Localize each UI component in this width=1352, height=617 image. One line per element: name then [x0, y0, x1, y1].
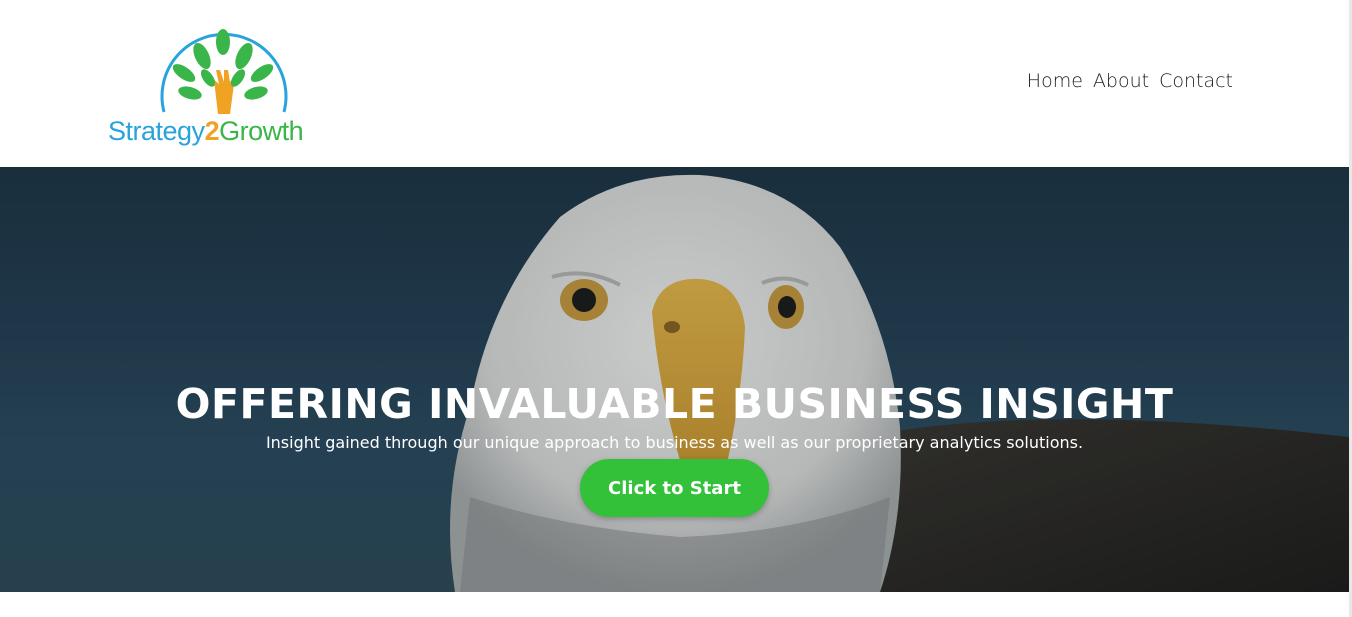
- tree-hand-icon: [160, 29, 288, 114]
- click-to-start-button[interactable]: Click to Start: [580, 459, 769, 517]
- main-nav: Home About Contact: [1027, 70, 1233, 92]
- site-header: Strategy2Growth Home About Contact: [0, 0, 1349, 167]
- logo-text-growth: Growth: [219, 116, 304, 146]
- hero-subtitle: Insight gained through our unique approa…: [265, 433, 1084, 452]
- hero-banner: OFFERING INVALUABLE BUSINESS INSIGHT Ins…: [0, 167, 1349, 592]
- logo-text-2: 2: [204, 116, 220, 146]
- nav-item-home[interactable]: Home: [1027, 70, 1083, 92]
- nav-item-about[interactable]: About: [1093, 70, 1149, 92]
- hero-title: OFFERING INVALUABLE BUSINESS INSIGHT: [175, 380, 1174, 429]
- logo-text-strategy: Strategy: [108, 116, 205, 146]
- site-logo[interactable]: Strategy2Growth: [106, 18, 336, 153]
- nav-item-contact[interactable]: Contact: [1159, 70, 1233, 92]
- page: Strategy2Growth Home About Contact OFFER…: [0, 0, 1352, 617]
- logo-wordmark: Strategy2Growth: [108, 116, 304, 146]
